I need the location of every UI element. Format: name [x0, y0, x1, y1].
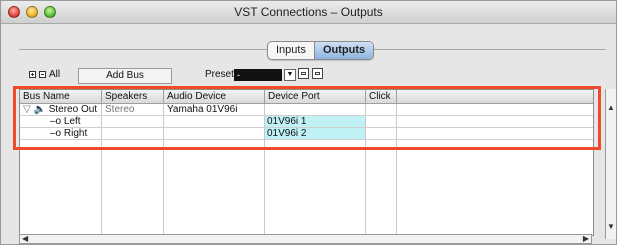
- channel-name: Left: [63, 116, 81, 127]
- table-header: Bus Name Speakers Audio Device Device Po…: [20, 90, 593, 104]
- title-bar[interactable]: VST Connections – Outputs: [1, 1, 616, 24]
- plus-square-icon[interactable]: [29, 71, 36, 78]
- audio-device-cell[interactable]: Yamaha 01V96i: [167, 104, 264, 115]
- speakers-cell: [105, 128, 163, 139]
- column-header-bus-name[interactable]: Bus Name: [20, 90, 102, 103]
- click-cell[interactable]: [366, 104, 396, 115]
- window-title: VST Connections – Outputs: [234, 5, 383, 19]
- presets-dropdown[interactable]: -: [234, 69, 282, 81]
- port-connector-icon: –o: [50, 128, 62, 139]
- connections-table: Bus Name Speakers Audio Device Device Po…: [19, 89, 594, 236]
- delete-preset-icon[interactable]: [312, 68, 323, 79]
- expand-collapse-all: All: [29, 69, 60, 80]
- channel-name: Right: [63, 128, 88, 139]
- scroll-down-icon[interactable]: ▼: [607, 222, 615, 232]
- triangle-down-icon[interactable]: ▽: [23, 104, 31, 115]
- column-header-speakers[interactable]: Speakers: [102, 90, 164, 103]
- add-bus-button[interactable]: Add Bus: [78, 68, 172, 84]
- port-connector-icon: –o: [50, 116, 62, 127]
- bus-name-cell: –o Left: [50, 116, 101, 127]
- bus-name-cell: ▽ 🔈 Stereo Out: [23, 104, 101, 115]
- column-header-audio-device[interactable]: Audio Device: [164, 90, 265, 103]
- speakers-cell: [105, 116, 163, 127]
- bus-name-cell: –o Right: [50, 128, 101, 139]
- tab-bar: Inputs Outputs: [267, 41, 375, 60]
- bus-name: Stereo Out: [48, 104, 98, 115]
- device-port-cell[interactable]: 01V96i 1: [265, 116, 365, 127]
- scroll-right-icon[interactable]: ▶: [583, 234, 589, 244]
- vertical-scrollbar[interactable]: ▲ ▼: [605, 89, 616, 239]
- scroll-up-icon[interactable]: ▲: [607, 103, 615, 113]
- tab-outputs[interactable]: Outputs: [313, 42, 374, 59]
- device-port-cell[interactable]: [265, 104, 365, 115]
- save-preset-icon[interactable]: [298, 68, 309, 79]
- speaker-icon: 🔈: [33, 104, 46, 115]
- speakers-cell[interactable]: Stereo: [105, 104, 163, 115]
- minus-square-icon[interactable]: [39, 71, 46, 78]
- click-cell[interactable]: [366, 128, 396, 139]
- chevron-down-icon[interactable]: ▼: [284, 69, 296, 81]
- table-row[interactable]: –o Right 01V96i 2: [20, 128, 593, 140]
- column-header-device-port[interactable]: Device Port: [265, 90, 366, 103]
- tab-inputs[interactable]: Inputs: [268, 42, 314, 59]
- scroll-left-icon[interactable]: ◀: [22, 234, 28, 244]
- audio-device-cell: [167, 128, 264, 139]
- table-row[interactable]: ▽ 🔈 Stereo Out Stereo Yamaha 01V96i: [20, 104, 593, 116]
- vst-connections-window: VST Connections – Outputs Inputs Outputs…: [0, 0, 617, 245]
- column-header-click[interactable]: Click: [366, 90, 397, 103]
- audio-device-cell: [167, 116, 264, 127]
- table-row[interactable]: –o Left 01V96i 1: [20, 116, 593, 128]
- toolbar: All Add Bus Presets - ▼: [29, 68, 369, 84]
- device-port-cell[interactable]: 01V96i 2: [265, 128, 365, 139]
- all-label: All: [49, 69, 61, 80]
- horizontal-scrollbar[interactable]: ◀ ▶: [19, 234, 592, 244]
- click-cell[interactable]: [366, 116, 396, 127]
